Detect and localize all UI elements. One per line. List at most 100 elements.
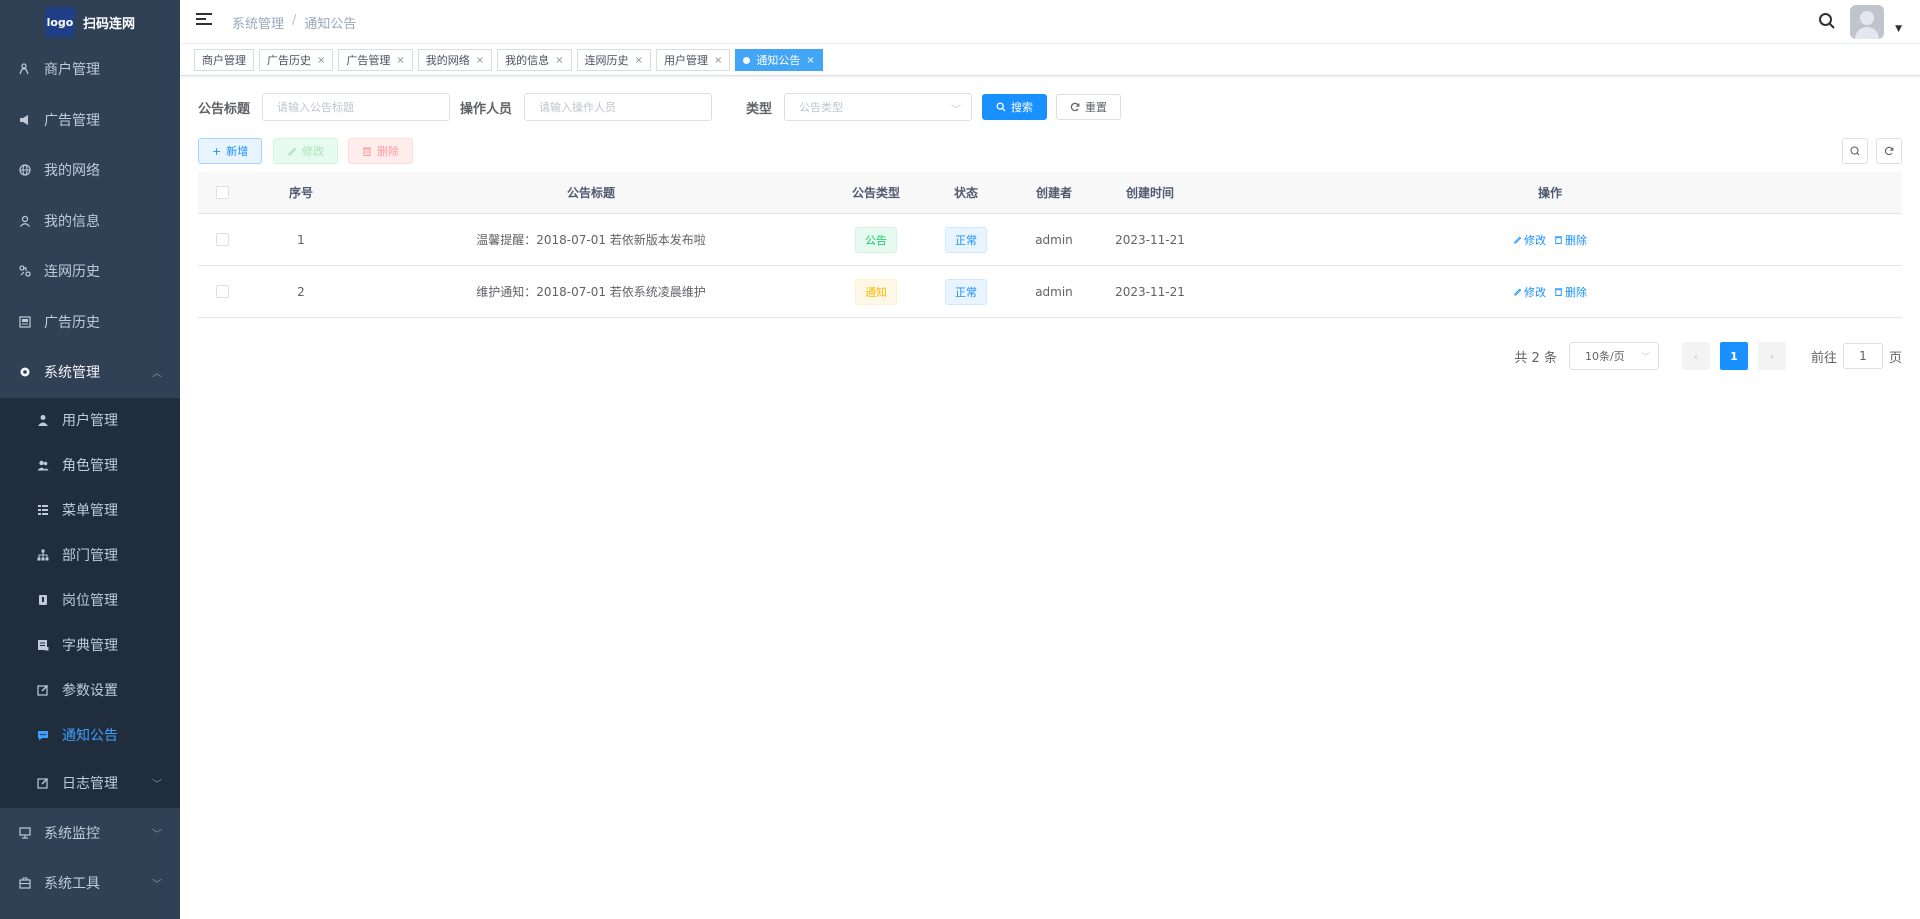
row-delete-link[interactable]: 删除 xyxy=(1554,232,1587,248)
title-input[interactable]: 请输入公告标题 xyxy=(262,93,451,121)
row-title: 维护通知：2018-07-01 若依系统凌晨维护 xyxy=(476,285,706,299)
tags-view: 商户管理 广告历史 × 广告管理 × 我的网络 × 我的信息 × 连网历史 × 用户管理 ×… xyxy=(180,45,1920,76)
close-icon[interactable]: × xyxy=(317,55,325,66)
edit-button[interactable]: 修改 xyxy=(273,138,338,164)
sidebar-item-ads[interactable]: 广告管理 xyxy=(0,95,180,146)
row-ops: 修改 删除 xyxy=(1198,284,1902,300)
reset-button[interactable]: 重置 xyxy=(1056,94,1122,120)
notice-table: 序号 公告标题 公告类型 状态 创建者 创建时间 操作 1 温馨提醒：2018-… xyxy=(198,172,1902,318)
sidebar-item-label: 菜单管理 xyxy=(62,503,118,519)
close-icon[interactable]: × xyxy=(476,55,484,66)
row-edit-link[interactable]: 修改 xyxy=(1513,284,1546,300)
hamburger-icon[interactable] xyxy=(196,13,212,27)
sidebar-item-config[interactable]: 参数设置 xyxy=(0,668,180,713)
search-icon[interactable] xyxy=(1818,12,1836,30)
row-checkbox[interactable] xyxy=(215,285,229,298)
row-checkbox-cell xyxy=(198,285,246,298)
toggle-search-button[interactable] xyxy=(1842,138,1868,164)
row-edit-link[interactable]: 修改 xyxy=(1513,232,1546,248)
tag-label: 用户管理 xyxy=(663,54,708,67)
refresh-icon xyxy=(1070,102,1080,112)
next-page-button[interactable]: › xyxy=(1757,342,1786,370)
chevron-down-icon: ﹀ xyxy=(152,879,162,891)
goto-input[interactable]: 1 xyxy=(1842,343,1883,369)
sidebar-item-monitor[interactable]: 系统监控 ﹀ xyxy=(0,807,180,858)
tag-ad-history[interactable]: 广告历史 × xyxy=(259,49,334,71)
search-button[interactable]: 搜索 xyxy=(982,94,1048,120)
sidebar-item-connect-history[interactable]: 连网历史 xyxy=(0,246,180,297)
row-checkbox[interactable] xyxy=(215,233,229,246)
sidebar-item-roles[interactable]: 角色管理 xyxy=(0,443,180,488)
sidebar-item-my-info[interactable]: 我的信息 xyxy=(0,196,180,247)
sidebar-item-label: 系统管理 xyxy=(44,365,100,382)
avatar[interactable] xyxy=(1850,5,1884,39)
sidebar-item-notices[interactable]: 通知公告 xyxy=(0,713,180,758)
tag-ads[interactable]: 广告管理 × xyxy=(338,49,413,71)
log-icon xyxy=(36,776,50,790)
sidebar-item-merchant[interactable]: 商户管理 xyxy=(0,44,180,95)
sidebar-item-label: 日志管理 xyxy=(62,775,118,792)
sidebar-item-users[interactable]: 用户管理 xyxy=(0,398,180,443)
prev-page-button[interactable]: ‹ xyxy=(1681,342,1710,370)
sidebar-item-label: 用户管理 xyxy=(62,413,118,429)
add-button[interactable]: + 新增 xyxy=(198,138,263,164)
type-badge: 通知 xyxy=(855,278,897,305)
row-delete-link[interactable]: 删除 xyxy=(1554,284,1587,300)
chevron-left-icon: ‹ xyxy=(1693,349,1699,363)
select-all-checkbox[interactable] xyxy=(215,186,229,199)
type-select[interactable]: 公告类型 ﹀ xyxy=(784,93,973,121)
delete-button[interactable]: 删除 xyxy=(348,138,413,164)
chevron-down-icon: ﹀ xyxy=(152,829,162,841)
sidebar-item-label: 连网历史 xyxy=(44,264,100,281)
page-size-select[interactable]: 10条/页 ﹀ xyxy=(1568,342,1659,370)
tag-my-info[interactable]: 我的信息 × xyxy=(497,49,572,71)
operator-input[interactable]: 请输入操作人员 xyxy=(524,93,713,121)
row-creator: admin xyxy=(1035,284,1073,299)
link-icon xyxy=(18,264,32,278)
row-time: 2023-11-21 xyxy=(1115,284,1185,299)
row-creator: admin xyxy=(1035,232,1073,247)
chevron-right-icon: › xyxy=(1769,349,1775,363)
page-size-value: 10条/页 xyxy=(1584,350,1625,363)
page-number-button[interactable]: 1 xyxy=(1719,342,1748,370)
sidebar-item-network[interactable]: 我的网络 xyxy=(0,145,180,196)
row-type-cell: 公告 xyxy=(826,226,926,253)
row-title: 温馨提醒：2018-07-01 若依新版本发布啦 xyxy=(476,233,706,247)
tag-merchant[interactable]: 商户管理 xyxy=(194,49,254,71)
trash-icon xyxy=(1554,288,1563,296)
sidebar-item-depts[interactable]: 部门管理 xyxy=(0,533,180,578)
close-icon[interactable]: × xyxy=(806,55,814,66)
sidebar-item-dicts[interactable]: 字典管理 xyxy=(0,623,180,668)
refresh-button[interactable] xyxy=(1876,138,1902,164)
people-icon xyxy=(36,458,50,472)
tag-notices[interactable]: 通知公告 × xyxy=(735,49,823,71)
close-icon[interactable]: × xyxy=(555,55,563,66)
tag-label: 我的网络 xyxy=(425,54,470,67)
sidebar-item-menus[interactable]: 菜单管理 xyxy=(0,488,180,533)
row-time: 2023-11-21 xyxy=(1115,232,1185,247)
message-icon xyxy=(36,728,50,742)
globe-icon xyxy=(18,163,32,177)
sidebar-logo[interactable]: logo 扫码连网 xyxy=(0,0,180,44)
caret-down-icon[interactable]: ▼ xyxy=(1895,24,1902,34)
sidebar-item-tools[interactable]: 系统工具 ﹀ xyxy=(0,858,180,909)
active-dot-icon xyxy=(743,56,751,64)
sidebar-item-label: 角色管理 xyxy=(62,458,118,474)
tag-network[interactable]: 我的网络 × xyxy=(417,49,493,71)
sidebar-item-system[interactable]: 系统管理 ︿ xyxy=(0,347,180,398)
monitor-icon xyxy=(18,826,32,840)
sidebar-item-ad-history[interactable]: 广告历史 xyxy=(0,297,180,348)
close-icon[interactable]: × xyxy=(635,55,643,66)
edit-icon xyxy=(288,147,297,156)
tag-connect-history[interactable]: 连网历史 × xyxy=(576,49,651,71)
row-type-cell: 通知 xyxy=(826,278,926,305)
row-delete-label: 删除 xyxy=(1565,285,1587,299)
tag-users[interactable]: 用户管理 × xyxy=(655,49,731,71)
breadcrumb-parent[interactable]: 系统管理 xyxy=(232,13,284,32)
tag-label: 连网历史 xyxy=(584,54,629,67)
close-icon[interactable]: × xyxy=(396,55,404,66)
sidebar-item-posts[interactable]: 岗位管理 xyxy=(0,578,180,623)
sidebar-item-label: 部门管理 xyxy=(62,548,118,564)
close-icon[interactable]: × xyxy=(714,55,722,66)
sidebar-item-logs[interactable]: 日志管理 ﹀ xyxy=(0,758,180,808)
